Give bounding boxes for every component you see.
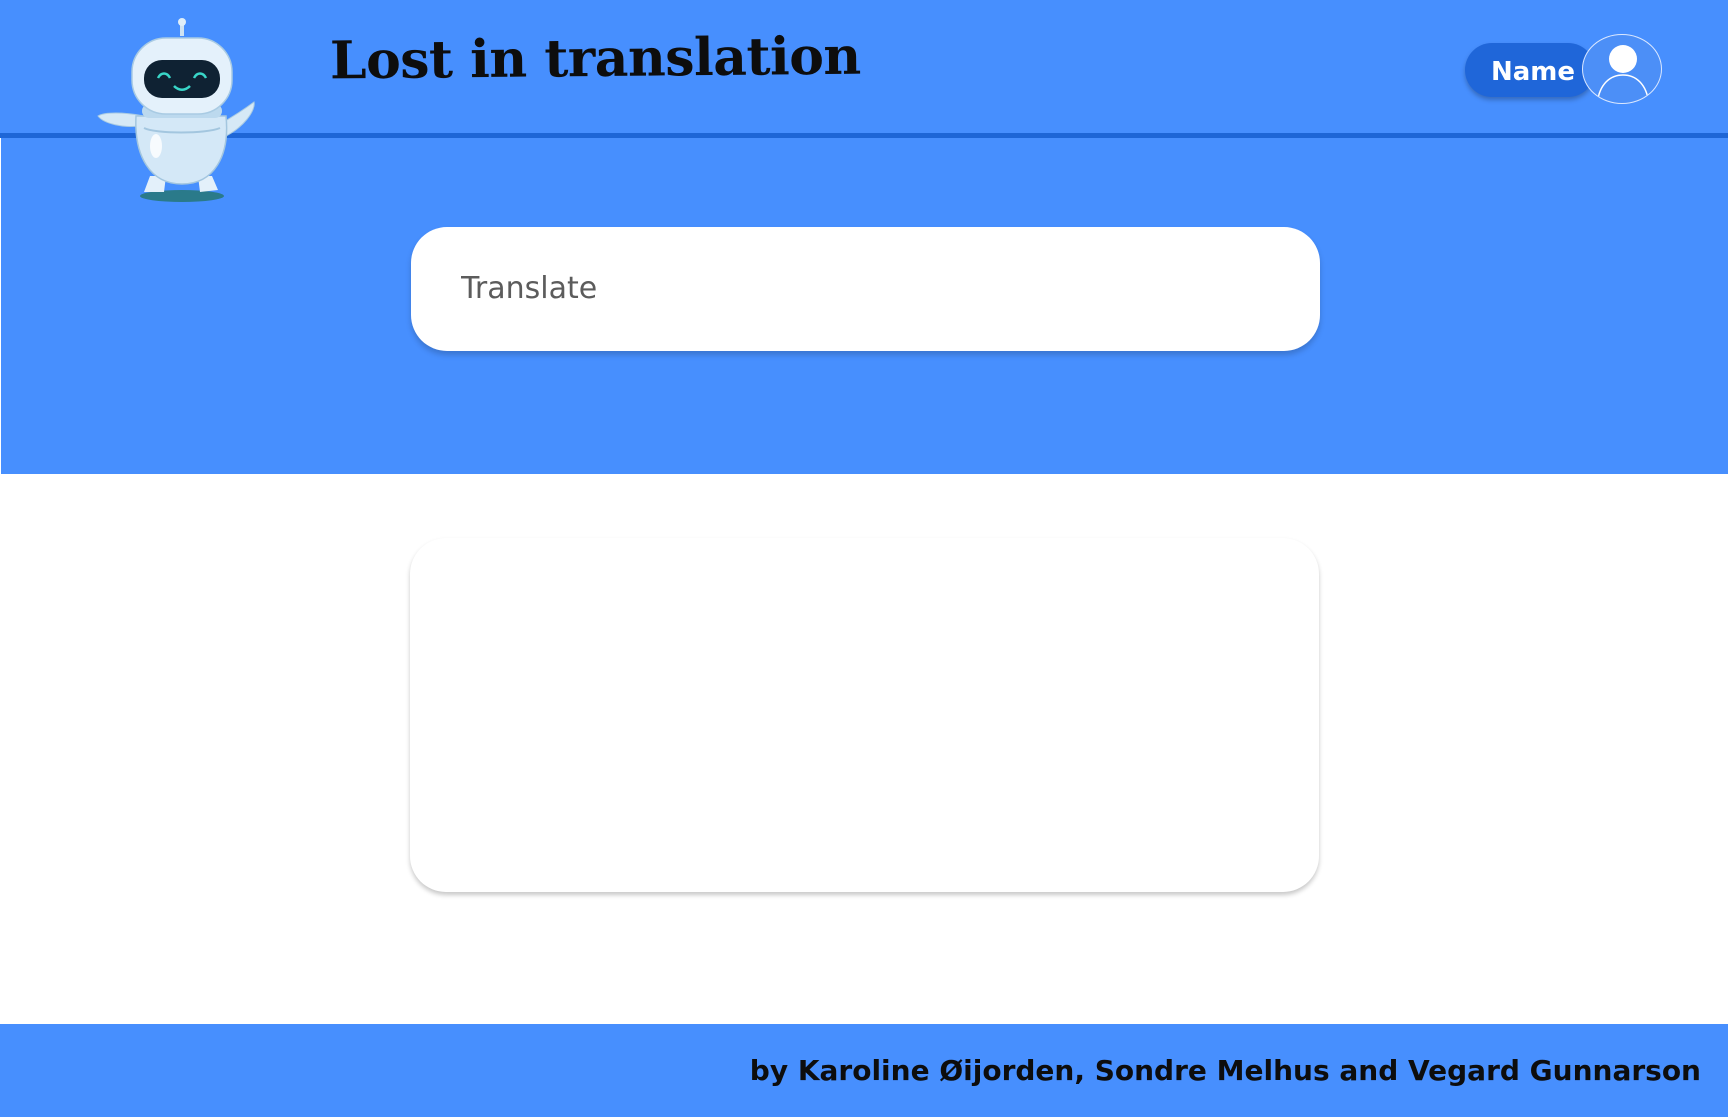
user-avatar-icon[interactable]	[1582, 34, 1662, 104]
user-name-button[interactable]: Name	[1465, 43, 1595, 97]
translate-input-container	[411, 227, 1320, 351]
translate-input[interactable]	[459, 257, 1283, 319]
avatar-silhouette	[1596, 45, 1650, 103]
app-footer: by Karoline Øijorden, Sondre Melhus and …	[0, 1024, 1728, 1117]
translation-output-card	[410, 538, 1319, 892]
user-name-label: Name	[1491, 57, 1576, 87]
robot-mascot-icon	[94, 16, 270, 206]
app-title: Lost in translation	[329, 25, 861, 92]
footer-credits: by Karoline Øijorden, Sondre Melhus and …	[749, 1054, 1701, 1087]
